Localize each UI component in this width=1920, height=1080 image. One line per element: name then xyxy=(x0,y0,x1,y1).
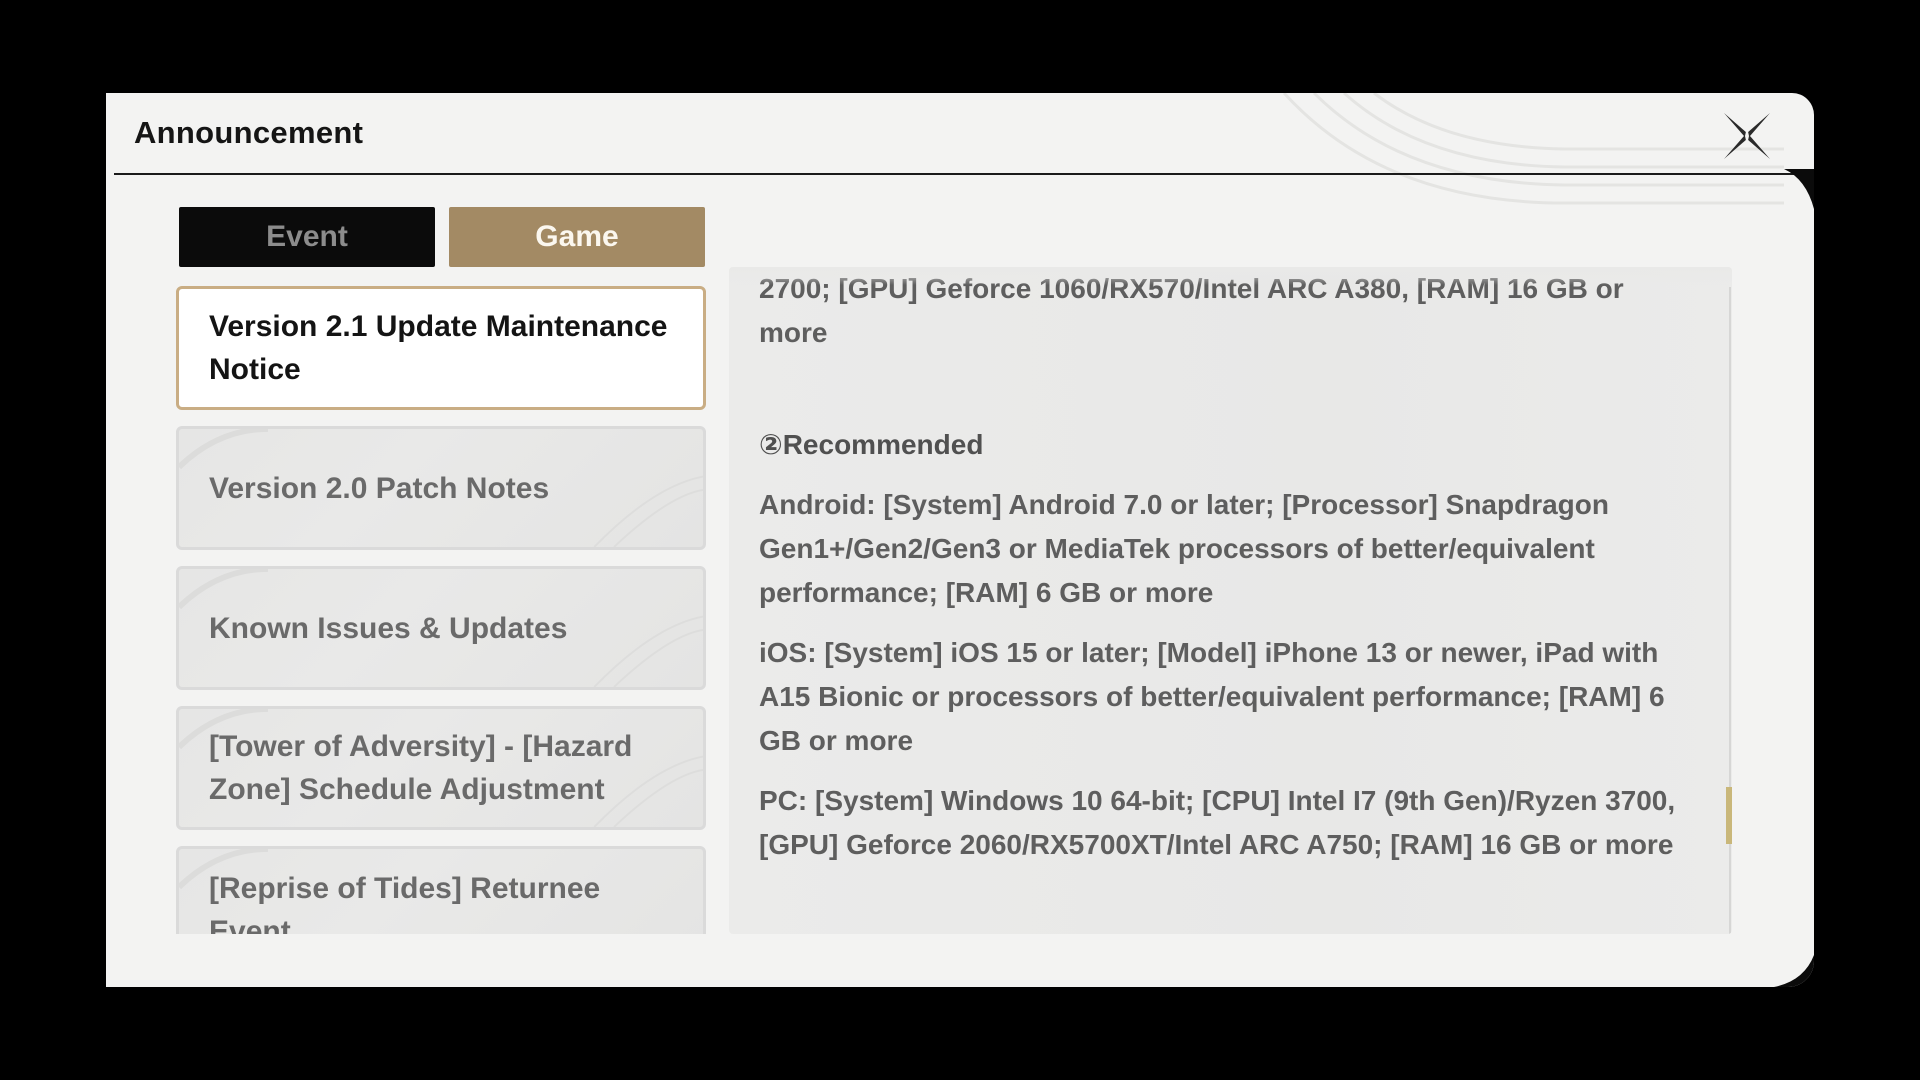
announcement-item-label: Version 2.0 Patch Notes xyxy=(209,471,550,505)
announcement-item-known-issues[interactable]: Known Issues & Updates xyxy=(176,566,706,690)
content-top-fade xyxy=(729,267,1732,285)
content-heading-recommended: ②Recommended xyxy=(759,429,984,460)
corner-ornament-top xyxy=(1784,169,1814,209)
announcement-window: Announcement Event Game Version 2.1 Upda… xyxy=(106,93,1814,987)
announcement-item-tower-of-adversity[interactable]: [Tower of Adversity] - [Hazard Zone] Sch… xyxy=(176,706,706,830)
announcement-item-label: [Tower of Adversity] - [Hazard Zone] Sch… xyxy=(209,730,633,806)
scrollbar-thumb[interactable] xyxy=(1726,787,1732,844)
tab-event[interactable]: Event xyxy=(179,207,435,267)
announcement-list[interactable]: Version 2.1 Update Maintenance Notice Ve… xyxy=(176,286,716,934)
announcement-item-version-2-0-patch-notes[interactable]: Version 2.0 Patch Notes xyxy=(176,426,706,550)
announcement-content[interactable]: 2700; [GPU] Geforce 1060/RX570/Intel ARC… xyxy=(729,267,1732,934)
content-paragraph-pc: PC: [System] Windows 10 64-bit; [CPU] In… xyxy=(759,785,1676,860)
content-paragraph-android: Android: [System] Android 7.0 or later; … xyxy=(759,489,1609,608)
tab-game[interactable]: Game xyxy=(449,207,705,267)
close-button[interactable] xyxy=(1718,107,1776,165)
title-divider xyxy=(114,173,1794,175)
announcement-item-label: Version 2.1 Update Maintenance Notice xyxy=(209,310,668,386)
close-x-icon xyxy=(1724,113,1770,159)
announcement-item-label: [Reprise of Tides] Returnee Event xyxy=(209,872,601,934)
announcement-item-version-2-1-maintenance[interactable]: Version 2.1 Update Maintenance Notice xyxy=(176,286,706,410)
announcement-item-reprise-of-tides[interactable]: [Reprise of Tides] Returnee Event xyxy=(176,846,706,934)
window-title: Announcement xyxy=(134,115,364,150)
announcement-item-label: Known Issues & Updates xyxy=(209,611,568,645)
header-decoration xyxy=(1282,93,1784,205)
corner-ornament-bottom xyxy=(1774,955,1814,987)
content-paragraph-ios: iOS: [System] iOS 15 or later; [Model] i… xyxy=(759,637,1665,756)
